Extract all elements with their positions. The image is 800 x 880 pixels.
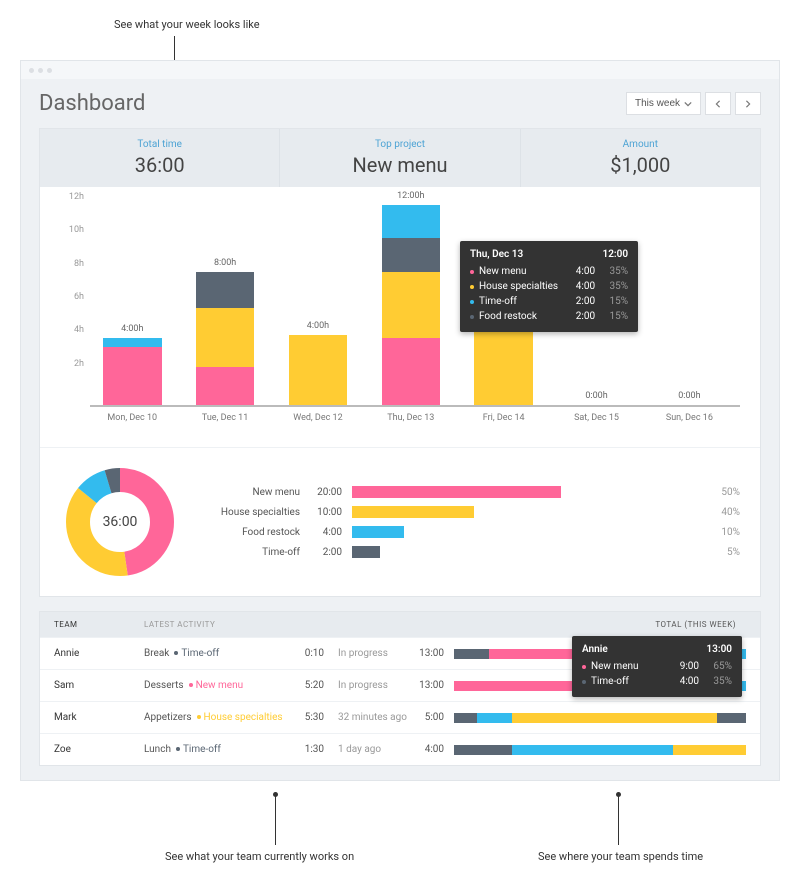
weekly-bar-chart[interactable]: 2h4h6h8h10h12h 4:00hMon, Dec 108:00hTue,…: [40, 187, 760, 447]
stat-label: Amount: [531, 139, 750, 150]
stat-label: Top project: [290, 139, 509, 150]
app-window: Dashboard This week Total time 36:00 Top…: [20, 60, 780, 781]
donut-chart[interactable]: 36:00: [60, 462, 180, 582]
annotation-text: See where your team spends time: [538, 850, 703, 863]
summary-panel: Total time 36:00 Top project New menu Am…: [39, 128, 761, 597]
chevron-right-icon: [744, 100, 752, 108]
next-period-button[interactable]: [735, 92, 761, 115]
team-header: Team Latest Activity Total (This Week): [40, 612, 760, 637]
page-header: Dashboard This week: [21, 79, 779, 128]
stat-top-project: Top project New menu: [280, 129, 520, 187]
bar-tooltip: Thu, Dec 13 12:00 New menu4:0035%House s…: [460, 241, 638, 332]
stats-row: Total time 36:00 Top project New menu Am…: [40, 129, 760, 187]
project-row[interactable]: House specialties10:0040%: [200, 506, 740, 518]
stat-amount: Amount $1,000: [521, 129, 760, 187]
project-row[interactable]: Food restock4:0010%: [200, 526, 740, 538]
col-total: Total (This Week): [414, 620, 746, 629]
prev-period-button[interactable]: [705, 92, 731, 115]
stat-value: New menu: [290, 153, 509, 177]
col-team: Team: [54, 620, 144, 629]
team-row[interactable]: MarkAppetizersHouse specialties 5:3032 m…: [40, 701, 760, 733]
team-row[interactable]: ZoeLunchTime-off 1:301 day ago4:00: [40, 733, 760, 765]
donut-center-label: 36:00: [103, 514, 138, 530]
y-axis: 2h4h6h8h10h12h: [56, 207, 84, 407]
tooltip-total: 13:00: [706, 644, 732, 655]
annotation-text: See what your team currently works on: [165, 850, 354, 863]
team-tooltip: Annie 13:00 New menu9:0065%Time-off4:003…: [572, 636, 742, 697]
stat-value: $1,000: [531, 153, 750, 177]
project-breakdown: New menu20:0050% House specialties10:0040…: [200, 462, 740, 582]
chevron-left-icon: [714, 100, 722, 108]
tooltip-date: Thu, Dec 13: [470, 249, 523, 260]
team-table: Team Latest Activity Total (This Week) A…: [39, 611, 761, 766]
period-dropdown[interactable]: This week: [626, 92, 701, 115]
period-controls: This week: [626, 92, 761, 115]
window-titlebar: [21, 61, 779, 79]
annotation-bottom-left: See what your team currently works on: [165, 850, 354, 863]
tooltip-name: Annie: [582, 644, 608, 655]
col-activity: Latest Activity: [144, 620, 414, 629]
project-row[interactable]: Time-off2:005%: [200, 546, 740, 558]
annotation-bottom-right: See where your team spends time: [538, 850, 703, 863]
annotation-top: See what your week looks like: [114, 18, 260, 31]
stat-value: 36:00: [50, 153, 269, 177]
tooltip-total: 12:00: [603, 249, 629, 260]
donut-section: 36:00 New menu20:0050% House specialties1…: [40, 447, 760, 596]
period-label: This week: [635, 98, 680, 109]
caret-down-icon: [684, 100, 692, 108]
chart-plot: 4:00hMon, Dec 108:00hTue, Dec 114:00hWed…: [90, 207, 740, 407]
annotation-text: See what your week looks like: [114, 18, 260, 31]
page-title: Dashboard: [39, 91, 145, 116]
stat-label: Total time: [50, 139, 269, 150]
stat-total-time: Total time 36:00: [40, 129, 280, 187]
project-row[interactable]: New menu20:0050%: [200, 486, 740, 498]
